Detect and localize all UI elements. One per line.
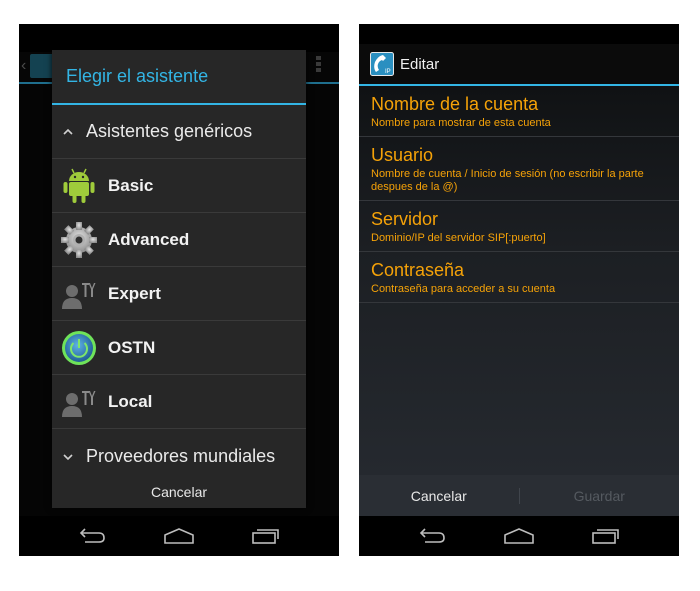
ostn-power-globe-icon — [60, 329, 98, 367]
pref-password[interactable]: Contraseña Contraseña para acceder a su … — [359, 252, 679, 303]
system-navigation-bar — [19, 516, 339, 556]
recents-icon[interactable] — [246, 524, 286, 548]
user-tools-icon — [60, 383, 98, 421]
wizard-item-ostn[interactable]: OSTN — [52, 321, 306, 375]
left-phone-screen: ‹ Elegir el asistente Asistentes genéric… — [19, 24, 339, 556]
pref-summary: Nombre para mostrar de esta cuenta — [371, 117, 551, 129]
system-navigation-bar — [359, 516, 679, 556]
wizard-item-expert[interactable]: Expert — [52, 267, 306, 321]
chevron-down-icon — [61, 449, 75, 464]
wizard-item-basic[interactable]: Basic — [52, 159, 306, 213]
pref-title: Servidor — [371, 209, 439, 229]
up-caret-icon: ‹ — [21, 57, 27, 74]
recents-icon[interactable] — [586, 524, 626, 548]
pref-account-name[interactable]: Nombre de la cuenta Nombre para mostrar … — [359, 86, 679, 137]
pref-title: Contraseña — [371, 260, 465, 280]
right-phone-screen: IP Editar Nombre de la cuenta Nombre par… — [359, 24, 679, 556]
cancel-button[interactable]: Cancelar — [359, 488, 519, 504]
android-robot-icon — [60, 167, 98, 205]
dialog-cancel-button[interactable]: Cancelar — [52, 484, 306, 500]
pref-summary: Nombre de cuenta / Inicio de sesión (no … — [371, 168, 644, 193]
wizard-label: Expert — [108, 283, 161, 303]
wizard-label: Local — [108, 391, 153, 411]
pref-title: Nombre de la cuenta — [371, 94, 539, 114]
user-tools-icon — [60, 275, 98, 313]
wizard-label: Basic — [108, 175, 154, 195]
back-icon[interactable] — [412, 524, 452, 548]
dialog-title: Elegir el asistente — [52, 50, 306, 105]
pref-title: Usuario — [371, 145, 434, 165]
gear-icon — [60, 221, 98, 259]
group-label: Proveedores mundiales — [86, 445, 276, 466]
home-icon[interactable] — [159, 524, 199, 548]
pref-server[interactable]: Servidor Dominio/IP del servidor SIP[:pu… — [359, 201, 679, 252]
wizard-item-local[interactable]: Local — [52, 375, 306, 429]
pref-summary: Dominio/IP del servidor SIP[:puerto] — [371, 232, 546, 244]
wizard-item-advanced[interactable]: Advanced — [52, 213, 306, 267]
group-label: Asistentes genéricos — [86, 121, 253, 141]
overflow-menu-icon[interactable] — [316, 56, 321, 74]
pref-username[interactable]: Usuario Nombre de cuenta / Inicio de ses… — [359, 137, 679, 201]
svg-text:IP: IP — [385, 69, 391, 75]
home-icon[interactable] — [499, 524, 539, 548]
chevron-up-icon — [61, 124, 75, 139]
group-generic-wizards[interactable]: Asistentes genéricos — [52, 105, 306, 159]
account-preferences-list: Nombre de la cuenta Nombre para mostrar … — [359, 86, 679, 495]
wizard-label: OSTN — [108, 337, 156, 357]
save-button[interactable]: Guardar — [520, 488, 680, 504]
app-icon — [30, 54, 54, 78]
screen-title: Editar — [400, 55, 440, 73]
action-bar: IP Editar — [359, 44, 679, 86]
sip-phone-ip-icon[interactable]: IP — [370, 52, 394, 76]
wizard-label: Advanced — [108, 229, 190, 249]
wizard-chooser-dialog: Elegir el asistente Asistentes genéricos — [52, 50, 306, 508]
group-worldwide-providers[interactable]: Proveedores mundiales — [52, 429, 306, 483]
pref-summary: Contraseña para acceder a su cuenta — [371, 283, 556, 295]
back-icon[interactable] — [72, 524, 112, 548]
bottom-button-bar: Cancelar Guardar — [359, 475, 679, 516]
